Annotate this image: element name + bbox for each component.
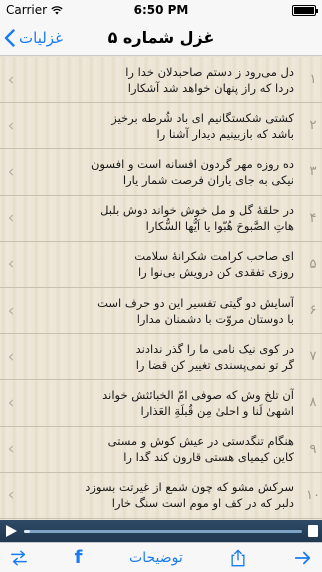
share-button[interactable] xyxy=(229,549,247,567)
poem-couplet: آن تلخ وش که صوفی امّ الخبائثش خواند اشه… xyxy=(22,387,304,419)
progress-end-marker xyxy=(308,525,318,537)
status-bar: Carrier 6:50 PM xyxy=(0,0,322,20)
poem-couplet: هنگام تنگدستی در عیش کوش و مستی کاین کیم… xyxy=(22,433,304,465)
battery-icon xyxy=(292,4,318,16)
poem-couplet: دل می‌رود ز دستم صاحبدلان خدا را دردا که… xyxy=(22,64,304,96)
poem-row[interactable]: ‹ ای صاحب کرامت شکرانهٔ سلامت روزی تفقدی… xyxy=(0,242,322,288)
swap-button[interactable] xyxy=(10,549,28,567)
chevron-left-icon: ‹ xyxy=(7,115,15,136)
poem-row[interactable]: ‹ آن تلخ وش که صوفی امّ الخبائثش خواند ا… xyxy=(0,380,322,427)
share-icon xyxy=(231,549,245,566)
bottom-toolbar: f توضیحات xyxy=(0,542,322,572)
poem-couplet: ده روزه مهر گردون افسانه است و افسون نیک… xyxy=(22,156,304,188)
poem-row[interactable]: ‹ ده روزه مهر گردون افسانه است و افسون ن… xyxy=(0,149,322,196)
poem-couplet: ای صاحب کرامت شکرانهٔ سلامت روزی تفقدی ک… xyxy=(22,248,304,280)
chevron-left-icon: ‹ xyxy=(7,69,15,90)
row-number: ۹ xyxy=(309,441,317,457)
poem-line: دل می‌رود ز دستم صاحبدلان خدا را xyxy=(125,64,294,79)
back-button[interactable]: غزلیات xyxy=(4,20,63,56)
poem-row[interactable]: ‹ آسایش دو گیتی تفسیر این دو حرف است با … xyxy=(0,288,322,335)
poem-line: دلبر که در کف او موم است سنگ خارا xyxy=(111,496,294,511)
chevron-left-icon: ‹ xyxy=(7,346,15,367)
row-number: ۵ xyxy=(309,256,317,272)
poem-line: با دوستان مروّت با دشمنان مدارا xyxy=(136,311,294,326)
poem-couplet: آسایش دو گیتی تفسیر این دو حرف است با دو… xyxy=(22,295,304,327)
wifi-icon xyxy=(51,5,63,14)
chevron-left-icon: ‹ xyxy=(7,485,15,506)
poem-line: نیکی به جای یاران فرصت شمار یارا xyxy=(122,172,294,187)
swap-arrows-icon xyxy=(11,550,27,565)
chevron-left-icon: ‹ xyxy=(7,161,15,182)
poem-row[interactable]: ‹ دل می‌رود ز دستم صاحبدلان خدا را دردا … xyxy=(0,57,322,104)
poem-row[interactable]: ‹ کشتی شکستگانیم ای باد شُرطه برخیز باشد… xyxy=(0,103,322,150)
poem-line: آسایش دو گیتی تفسیر این دو حرف است xyxy=(97,295,294,310)
back-label: غزلیات xyxy=(19,29,63,47)
poem-list: ‹ دل می‌رود ز دستم صاحبدلان خدا را دردا … xyxy=(0,57,322,520)
chevron-left-icon xyxy=(4,29,15,47)
chevron-left-icon: ‹ xyxy=(7,254,15,275)
poem-row[interactable]: ‹ سرکش مشو که چون شمع از غیرتت بسوزد دلب… xyxy=(0,473,322,519)
facebook-icon[interactable]: f xyxy=(75,547,83,568)
row-number: ۸ xyxy=(309,395,317,411)
arrow-right-icon xyxy=(294,551,311,564)
poem-line: در کوی نیک نامی ما را گذر ندادند xyxy=(135,341,294,356)
poem-line: گر تو نمی‌پسندی تغییر کن قضا را xyxy=(135,357,294,372)
row-number: ۴ xyxy=(309,210,317,226)
chevron-left-icon: ‹ xyxy=(7,392,15,413)
notes-button[interactable]: توضیحات xyxy=(129,550,183,566)
poem-row[interactable]: ‹ در حلقهٔ گل و مل خوش خواند دوش بلبل ها… xyxy=(0,196,322,242)
poem-line: باشد که بازبینیم دیدار آشنا را xyxy=(156,126,294,141)
chevron-left-icon: ‹ xyxy=(7,300,15,321)
progress-fill xyxy=(24,529,30,533)
row-number: ۳ xyxy=(309,164,317,180)
audio-player xyxy=(0,520,322,542)
progress-track[interactable] xyxy=(24,529,302,533)
poem-line: دردا که راز پنهان خواهد شد آشکارا xyxy=(127,80,294,95)
poem-row[interactable]: ‹ هنگام تنگدستی در عیش کوش و مستی کاین ک… xyxy=(0,427,322,473)
poem-line: سرکش مشو که چون شمع از غیرتت بسوزد xyxy=(85,480,294,495)
poem-couplet: در حلقهٔ گل و مل خوش خواند دوش بلبل هاتِ… xyxy=(22,202,304,234)
forward-button[interactable] xyxy=(294,549,312,567)
poem-line: کاین کیمیای هستی قارون کند گدا را xyxy=(123,450,294,465)
chevron-left-icon: ‹ xyxy=(7,439,15,460)
poem-line: ده روزه مهر گردون افسانه است و افسون xyxy=(90,156,294,171)
poem-line: ای صاحب کرامت شکرانهٔ سلامت xyxy=(134,249,294,264)
row-number: ۲ xyxy=(309,118,317,134)
row-number: ۱۰ xyxy=(306,487,320,503)
row-number: ۷ xyxy=(309,349,317,365)
carrier-group: Carrier xyxy=(6,3,63,17)
poem-line: اشهیٰ لَنا و احلیٰ مِن قُبلَةِ العَذارا xyxy=(140,403,294,418)
poem-line: هنگام تنگدستی در عیش کوش و مستی xyxy=(107,434,294,449)
chevron-left-icon: ‹ xyxy=(7,208,15,229)
poem-line: روزی تفقدی کن درویش بی‌نوا را xyxy=(137,265,294,280)
poem-couplet: در کوی نیک نامی ما را گذر ندادند گر تو ن… xyxy=(22,341,304,373)
navigation-bar: غزلیات غزل شماره ۵ xyxy=(0,20,322,56)
poem-row[interactable]: ‹ در کوی نیک نامی ما را گذر ندادند گر تو… xyxy=(0,334,322,381)
page-title: غزل شماره ۵ xyxy=(107,28,215,47)
poem-couplet: سرکش مشو که چون شمع از غیرتت بسوزد دلبر … xyxy=(22,479,304,511)
poem-couplet: کشتی شکستگانیم ای باد شُرطه برخیز باشد ک… xyxy=(22,110,304,142)
poem-line: در حلقهٔ گل و مل خوش خواند دوش بلبل xyxy=(100,203,294,218)
row-number: ۱ xyxy=(309,72,317,88)
poem-line: هاتِ الصَّبوحَ هُبّوا یا اَیُّها السُّکا… xyxy=(145,219,294,234)
poem-line: کشتی شکستگانیم ای باد شُرطه برخیز xyxy=(111,110,294,125)
row-number: ۶ xyxy=(309,303,317,319)
play-icon[interactable] xyxy=(4,524,18,538)
carrier-label: Carrier xyxy=(6,3,48,17)
poem-line: آن تلخ وش که صوفی امّ الخبائثش خواند xyxy=(102,387,294,402)
